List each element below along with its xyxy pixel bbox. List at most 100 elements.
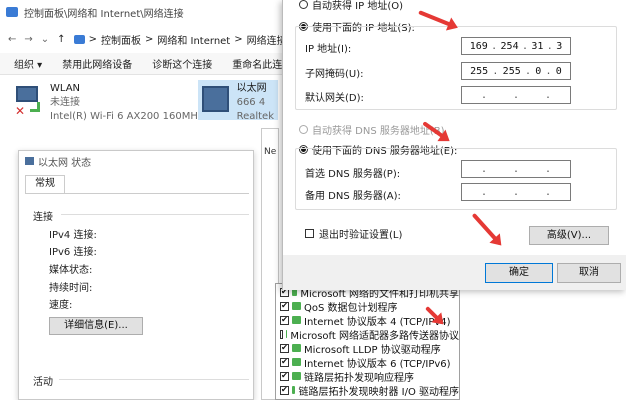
mask-dot: . (492, 65, 499, 77)
rename-button[interactable]: 重命名此连 (232, 56, 282, 71)
chevron-down-icon[interactable]: ⌄ (41, 34, 49, 45)
auto-ip-option[interactable]: 自动获得 IP 地址(O) (299, 0, 403, 12)
dialog-title: 以太网 状态 (38, 157, 92, 169)
component-item[interactable]: ✔ Internet 协议版本 6 (TCP/IPv6) (276, 355, 459, 370)
component-label: Microsoft 网络适配器多路传送器协议 (290, 330, 459, 342)
up-icon[interactable]: ↑ (57, 34, 65, 45)
cancel-button[interactable]: 取消 (557, 263, 621, 283)
advanced-button[interactable]: 高级(V)... (529, 226, 609, 245)
component-rows: ✔ Microsoft 网络的文件和打印机共享 ✔ QoS 数据包计划程序 ✔ Inter… (276, 285, 459, 398)
gateway-field[interactable]: ... (461, 86, 571, 104)
component-checkbox[interactable]: ✔ (280, 343, 289, 353)
ethernet-status-dialog: 以太网 状态 常规 连接 IPv4 连接: IPv6 连接: 媒体状态: 持续时… (18, 150, 254, 400)
ok-button[interactable]: 确定 (485, 263, 553, 283)
validate-checkbox[interactable] (305, 229, 314, 238)
dns-dot: . (544, 163, 552, 175)
component-label: 链路层拓扑发现响应程序 (304, 372, 414, 384)
component-icon (292, 372, 301, 380)
adapter-name: WLAN (50, 83, 81, 94)
subnet-mask-field[interactable]: 255. 255. 0. 0 (461, 62, 571, 80)
validate-option[interactable]: 退出时验证设置(L) (305, 226, 402, 241)
component-icon (291, 386, 296, 394)
gateway-dot: . (512, 89, 520, 101)
organize-button[interactable]: 组织 ▾ (14, 56, 42, 71)
component-icon (292, 344, 301, 352)
control-panel-icon (73, 34, 85, 44)
component-icon (292, 302, 301, 310)
dns-dot: . (544, 186, 552, 198)
section-connection: 连接 (33, 212, 53, 223)
details-button[interactable]: 详细信息(E)... (49, 317, 143, 335)
adapter-status: 666 4 (236, 97, 266, 108)
mask-dot: . (524, 65, 531, 77)
back-icon[interactable]: ← (8, 34, 16, 45)
dns-dot: . (480, 163, 488, 175)
breadcrumb-connections[interactable]: 网络连接 (247, 32, 287, 47)
dns-dot: . (512, 163, 520, 175)
ip-octet-1: 169 (469, 40, 488, 52)
preferred-dns-label: 首选 DNS 服务器(P): (305, 169, 401, 180)
adapter-ethernet[interactable]: 以太网 666 4 Realtek (198, 80, 278, 122)
gateway-label: 默认网关(D): (305, 93, 364, 104)
ipv6-connectivity-label: IPv6 连接: (49, 247, 97, 258)
component-checkbox[interactable]: ✔ (280, 301, 289, 311)
ip-octet-4: 3 (556, 40, 563, 52)
adapter-status: 未连接 (50, 97, 80, 108)
component-checkbox[interactable]: ✔ (280, 371, 289, 381)
duration-label: 持续时间: (49, 283, 93, 294)
ip-dot: . (521, 40, 528, 52)
ethernet-adapter-icon (202, 86, 229, 112)
breadcrumb-sep: > (234, 33, 243, 45)
ipv4-properties-dialog: 自动获得 IP 地址(O) 使用下面的 IP 地址(S): IP 地址(I): … (282, 0, 626, 290)
component-checkbox[interactable]: ✔ (280, 315, 289, 325)
component-checkbox[interactable] (280, 329, 284, 339)
disable-device-button[interactable]: 禁用此网络设备 (62, 56, 132, 71)
tab-general[interactable]: 常规 (25, 175, 65, 193)
control-panel-icon (6, 7, 18, 17)
component-item[interactable]: ✔ 链路层拓扑发现映射器 I/O 驱动程序 (276, 383, 459, 398)
auto-dns-radio[interactable] (299, 125, 308, 134)
network-icon (25, 157, 34, 165)
component-icon (286, 330, 288, 338)
component-item[interactable]: ✔ 链路层拓扑发现响应程序 (276, 369, 459, 384)
properties-label: Ne (264, 147, 277, 157)
breadcrumb[interactable]: > 控制面板 > 网络和 Internet > 网络连接 (73, 32, 287, 47)
component-item[interactable]: ✔ Microsoft LLDP 协议驱动程序 (276, 341, 459, 356)
component-item[interactable]: Microsoft 网络适配器多路传送器协议 (276, 327, 459, 342)
diagnose-button[interactable]: 诊断这个连接 (152, 56, 212, 71)
component-label: QoS 数据包计划程序 (304, 302, 398, 314)
alternate-dns-label: 备用 DNS 服务器(A): (305, 191, 401, 202)
component-list: ✔ Microsoft 网络的文件和打印机共享 ✔ QoS 数据包计划程序 ✔ Inter… (275, 283, 460, 400)
component-checkbox[interactable]: ✔ (280, 357, 289, 367)
ip-octet-3: 31 (531, 40, 544, 52)
alternate-dns-field[interactable]: ... (461, 183, 571, 201)
gateway-dot: . (544, 89, 552, 101)
adapter-device: Realtek (236, 111, 274, 122)
mask-octet-2: 255 (502, 65, 521, 77)
ip-dot: . (546, 40, 553, 52)
adapter-wlan[interactable]: ✕ WLAN 未连接 Intel(R) Wi-Fi 6 AX200 160MHz (12, 82, 203, 124)
auto-ip-label: 自动获得 IP 地址(O) (312, 1, 404, 12)
component-label: Microsoft LLDP 协议驱动程序 (304, 344, 441, 356)
subnet-mask-label: 子网掩码(U): (305, 69, 364, 80)
wifi-adapter-icon: ✕ (12, 82, 42, 118)
auto-ip-radio[interactable] (299, 0, 308, 9)
preferred-dns-field[interactable]: ... (461, 160, 571, 178)
breadcrumb-sep: > (88, 33, 97, 45)
ip-dot: . (491, 40, 498, 52)
adapter-name: 以太网 (236, 83, 267, 94)
component-icon (292, 316, 301, 324)
dns-dot: . (480, 186, 488, 198)
window-title: 控制面板\网络和 Internet\网络连接 (24, 8, 184, 20)
mask-octet-3: 0 (535, 65, 542, 77)
forward-icon[interactable]: → (24, 34, 32, 45)
component-label: Internet 协议版本 6 (TCP/IPv6) (304, 358, 451, 370)
mask-octet-1: 255 (470, 65, 489, 77)
mask-octet-4: 0 (555, 65, 562, 77)
ip-address-field[interactable]: 169. 254. 31. 3 (461, 37, 571, 55)
breadcrumb-network[interactable]: 网络和 Internet (157, 32, 230, 47)
component-checkbox[interactable]: ✔ (280, 385, 289, 395)
breadcrumb-control-panel[interactable]: 控制面板 (101, 32, 141, 47)
ip-octet-2: 254 (500, 40, 519, 52)
media-state-label: 媒体状态: (49, 265, 93, 276)
